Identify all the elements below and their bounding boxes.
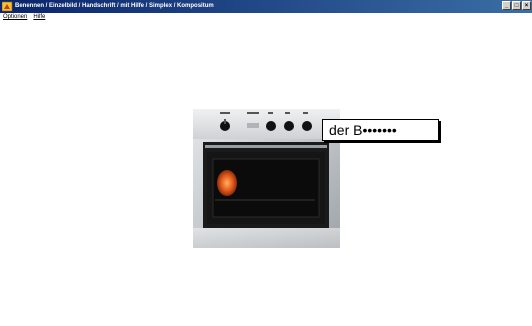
- window-controls: _ □ ×: [502, 1, 531, 10]
- menu-bar: Optionen Hilfe: [0, 13, 532, 22]
- oven-image: [193, 109, 340, 248]
- answer-field[interactable]: der B•••••••: [322, 119, 439, 141]
- app-icon[interactable]: [2, 1, 13, 12]
- window-title: Benennen / Einzelbild / Handschrift / mi…: [15, 3, 214, 9]
- close-button[interactable]: ×: [522, 1, 531, 10]
- menu-item-hilfe[interactable]: Hilfe: [30, 13, 48, 22]
- minimize-button[interactable]: _: [502, 1, 511, 10]
- menu-item-optionen[interactable]: Optionen: [0, 13, 30, 22]
- maximize-button[interactable]: □: [512, 1, 521, 10]
- title-bar[interactable]: Benennen / Einzelbild / Handschrift / mi…: [0, 0, 532, 13]
- app-window: Benennen / Einzelbild / Handschrift / mi…: [0, 0, 532, 326]
